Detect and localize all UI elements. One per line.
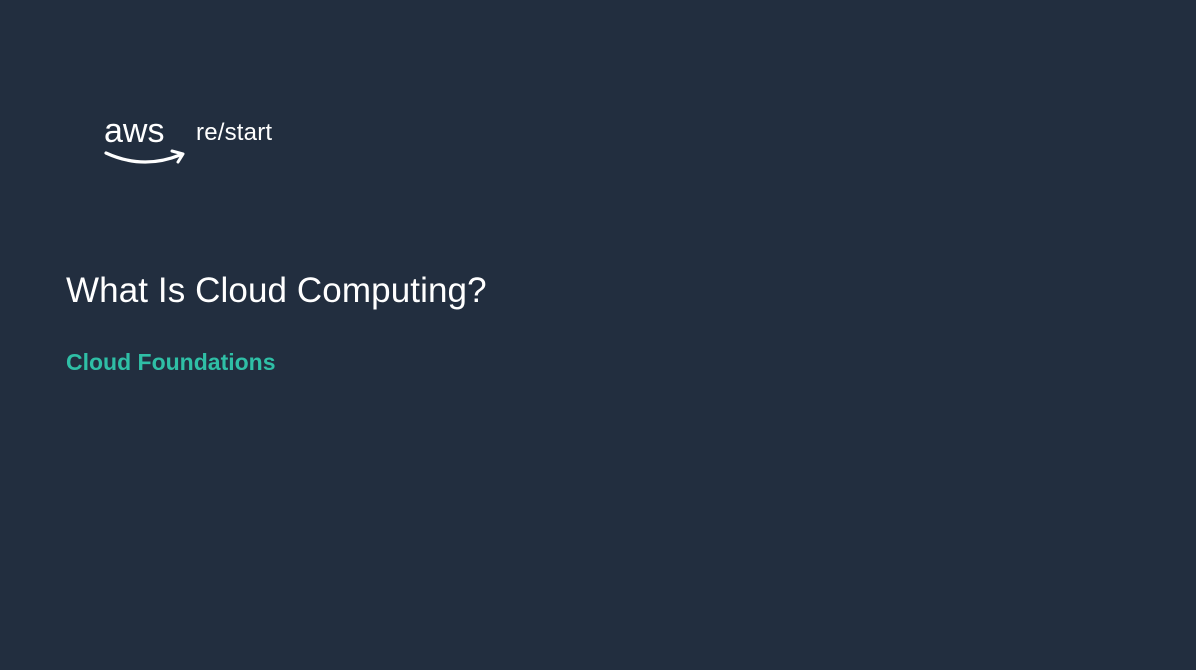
aws-smile-arrow-icon bbox=[104, 151, 182, 164]
aws-logo-icon: aws bbox=[104, 112, 185, 164]
logo-suffix: re/start bbox=[196, 119, 273, 146]
aws-wordmark: aws bbox=[104, 112, 164, 150]
aws-restart-logo: aws re/start bbox=[103, 112, 303, 172]
slide-title: What Is Cloud Computing? bbox=[66, 271, 487, 310]
title-slide: aws re/start What Is Cloud Computing? Cl… bbox=[0, 0, 1196, 670]
slide-subtitle: Cloud Foundations bbox=[66, 349, 276, 375]
